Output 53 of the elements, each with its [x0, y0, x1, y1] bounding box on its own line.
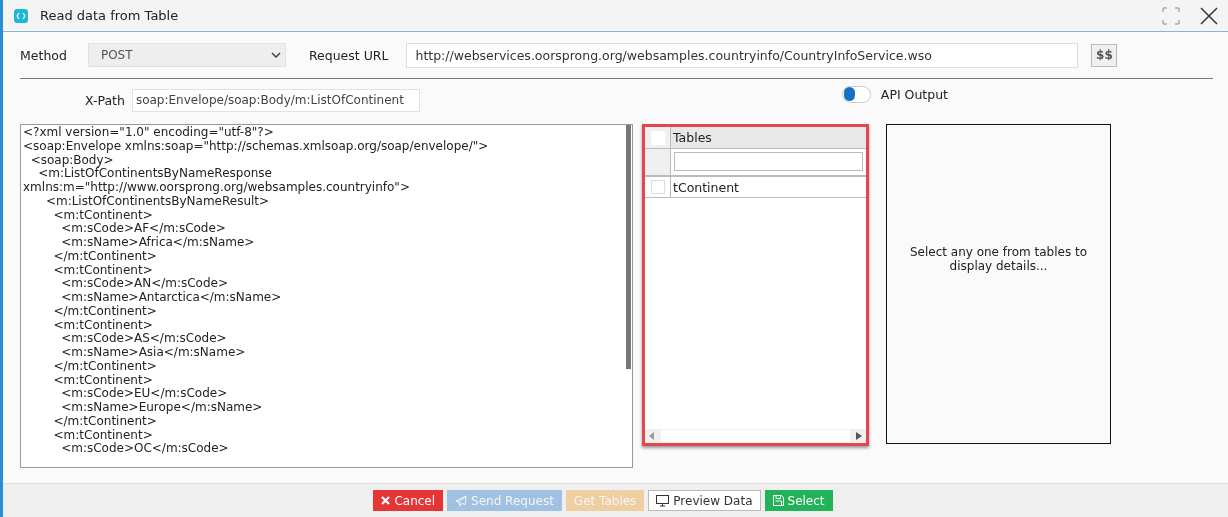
chevron-down-icon	[270, 52, 281, 58]
code-line: <m:tContinent>	[52, 373, 154, 387]
details-message: Select any one from tables to display details...	[908, 245, 1089, 273]
code-line: <m:ListOfContinentsByNameResult>	[45, 194, 270, 209]
api-output-toggle[interactable]	[841, 85, 871, 103]
scroll-left-icon[interactable]	[649, 432, 655, 440]
code-line: <m:tContinent>	[52, 318, 154, 332]
method-label: Method	[20, 47, 67, 63]
code-line: <m:sName>Europe</m:sName>	[60, 401, 264, 415]
code-line: <m:sCode>AN</m:sCode>	[60, 277, 229, 291]
request-url-label: Request URL	[308, 47, 389, 63]
code-line: <m:sName>Africa</m:sName>	[60, 236, 256, 250]
code-line: </m:tContinent>	[52, 249, 158, 264]
code-line: <m:sCode>AS</m:sCode>	[60, 332, 228, 346]
scrollbar-thumb[interactable]	[626, 125, 631, 369]
footer-button[interactable]: Cancel	[373, 490, 444, 511]
code-line: <m:sCode>OC</m:sCode>	[60, 442, 230, 456]
code-line: <m:sCode>AF</m:sCode>	[60, 222, 227, 236]
code-line: <?xml version="1.0" encoding="utf-8"?>	[23, 126, 275, 140]
monitor-icon	[656, 494, 670, 507]
code-line: <m:tContinent>	[52, 263, 154, 277]
method-dropdown[interactable]: POST	[87, 43, 286, 67]
horizontal-scrollbar[interactable]	[645, 429, 866, 443]
close-icon	[381, 496, 391, 505]
code-line: <soap:Envelope xmlns:soap="http://schemas.xmlsoap.org/soap/envelope/">	[23, 139, 490, 154]
x-path-field[interactable]: soap:Envelope/soap:Body/m:ListOfContinent	[131, 88, 420, 112]
close-icon[interactable]	[1200, 6, 1218, 25]
row-checkbox[interactable]	[650, 180, 665, 194]
code-line: </m:tContinent>	[52, 359, 158, 374]
code-icon	[14, 8, 28, 23]
code-line: <soap:Body>	[30, 153, 114, 167]
code-line: <m:sName>Antarctica</m:sName>	[60, 291, 283, 305]
code-line: <m:ListOfContinentsByNameResponse	[38, 167, 273, 181]
column-header[interactable]: Tables	[671, 127, 712, 148]
code-line: <m:sName>Asia</m:sName>	[60, 346, 247, 360]
variables-button[interactable]: $$	[1091, 43, 1118, 67]
scroll-right-icon[interactable]	[856, 432, 862, 440]
filter-field[interactable]	[674, 152, 863, 171]
code-line: xmlns:m="http://www.oorsprong.org/websamples.countryinfo">	[23, 181, 411, 195]
table-cell[interactable]: tContinent	[671, 177, 739, 197]
paper-plane-icon	[455, 494, 468, 507]
maximize-icon[interactable]	[1162, 6, 1180, 25]
response-text-area[interactable]	[20, 124, 633, 468]
window-title: Read data from Table	[40, 8, 179, 23]
code-line: <m:sCode>EU</m:sCode>	[60, 387, 229, 401]
request-url-field[interactable]: http://webservices.oorsprong.org/websamples.countryinfo/CountryInfoService.wso	[406, 42, 1079, 68]
code-line: </m:tContinent>	[52, 304, 158, 319]
code-line: <m:tContinent>	[53, 208, 153, 222]
x-path-label: X-Path	[85, 92, 125, 108]
footer-button[interactable]: Preview Data	[648, 490, 761, 511]
api-output-label: API Output	[880, 86, 948, 102]
code-line: </m:tContinent>	[52, 414, 157, 429]
code-line: <m:tContinent>	[52, 428, 154, 442]
